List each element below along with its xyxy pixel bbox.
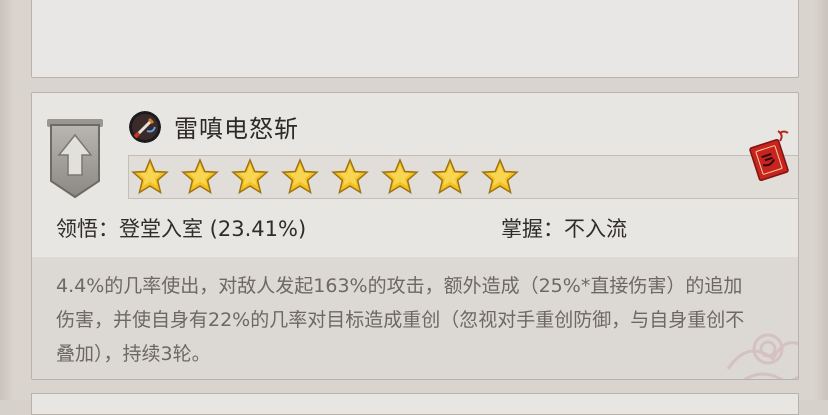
comprehension-level: 领悟：登堂入室 (23.41%) <box>56 217 307 241</box>
previous-skill-card <box>31 0 799 78</box>
sword-icon <box>129 111 161 143</box>
star-icon <box>431 158 469 195</box>
next-skill-card <box>31 393 799 415</box>
skill-description: 4.4%的几率使出，对敌人发起163%的攻击，额外造成（25%*直接伤害）的追加… <box>56 275 745 365</box>
star-icon <box>281 158 319 195</box>
star-icon <box>181 158 219 195</box>
star-icon <box>481 158 519 195</box>
skill-name: 雷嗔电怒斩 <box>174 115 299 143</box>
star-icon <box>231 158 269 195</box>
mastery-level: 掌握：不入流 <box>501 217 627 241</box>
red-seal-tag-icon[interactable] <box>748 129 792 183</box>
star-icon <box>331 158 369 195</box>
upgrade-badge-icon <box>47 119 103 199</box>
star-rating <box>128 155 798 199</box>
star-icon <box>381 158 419 195</box>
star-icon <box>131 158 169 195</box>
skill-card[interactable]: 雷嗔电怒斩 领悟：登堂入室 (23.41%) 掌握：不入流 4.4%的几率使出，… <box>31 92 799 380</box>
